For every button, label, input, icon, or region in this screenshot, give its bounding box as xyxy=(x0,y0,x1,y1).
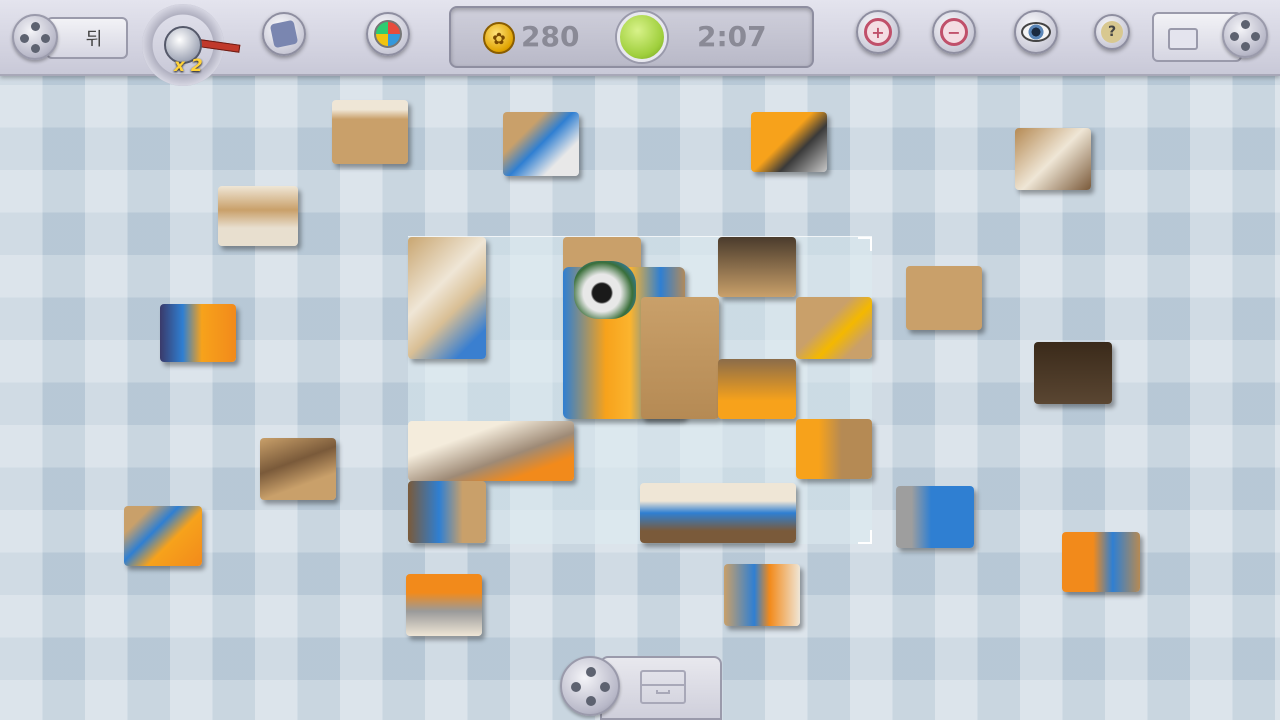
zoom-in-button[interactable]: + xyxy=(856,10,900,54)
placed-piece[interactable] xyxy=(796,419,872,479)
show-image-button[interactable] xyxy=(1014,10,1058,54)
placed-piece[interactable] xyxy=(408,481,486,543)
loose-piece[interactable] xyxy=(124,506,202,566)
loose-piece[interactable] xyxy=(503,112,579,176)
help-icon: ? xyxy=(1101,21,1123,43)
placed-piece[interactable] xyxy=(640,483,796,543)
tray-gear-icon[interactable] xyxy=(560,656,620,716)
timer-display: 2:07 xyxy=(697,20,767,53)
loose-piece[interactable] xyxy=(1062,532,1140,592)
loose-piece[interactable] xyxy=(218,186,298,246)
help-button[interactable]: ? xyxy=(1094,14,1130,50)
drawer-icon xyxy=(640,670,686,704)
zoom-in-icon: + xyxy=(864,18,892,46)
puzzle-preview-button[interactable] xyxy=(262,12,306,56)
loose-piece[interactable] xyxy=(724,564,800,626)
puzzle-board[interactable] xyxy=(408,236,872,544)
loose-piece[interactable] xyxy=(160,304,236,362)
menu-label: 뒤 xyxy=(85,29,103,50)
placed-piece[interactable] xyxy=(641,297,719,419)
placed-piece[interactable] xyxy=(796,297,872,359)
menu-gear-icon[interactable] xyxy=(12,14,58,60)
loose-piece[interactable] xyxy=(751,112,827,172)
loose-piece[interactable] xyxy=(260,438,336,500)
tools-gear-icon[interactable] xyxy=(1222,12,1268,58)
macaw-head xyxy=(574,261,636,319)
coin-icon: ✿ xyxy=(483,22,515,54)
menu-button[interactable]: 뒤 xyxy=(46,17,128,59)
multiplier-label: x 2 xyxy=(174,56,203,76)
loose-piece[interactable] xyxy=(332,100,408,164)
puzzle-preview-icon xyxy=(269,19,299,49)
placed-piece[interactable] xyxy=(718,359,796,419)
placed-piece[interactable] xyxy=(718,237,796,297)
loose-piece[interactable] xyxy=(406,574,482,636)
piece-tray[interactable] xyxy=(560,654,722,720)
status-panel: ✿ 280 2:07 xyxy=(449,6,814,68)
zoom-out-button[interactable]: − xyxy=(932,10,976,54)
top-toolbar: 뒤 x 2 ✿ 280 2:07 + − ? xyxy=(0,0,1280,86)
loose-piece[interactable] xyxy=(1034,342,1112,404)
timer-ball-icon xyxy=(617,12,667,62)
placed-piece[interactable] xyxy=(408,237,486,359)
score-multiplier: x 2 xyxy=(142,4,241,86)
help-label: ? xyxy=(1107,24,1117,40)
background-palette-button[interactable] xyxy=(366,12,410,56)
toolbox-icon xyxy=(1168,28,1198,50)
eye-icon xyxy=(1021,22,1051,42)
loose-piece[interactable] xyxy=(906,266,982,330)
loose-piece[interactable] xyxy=(1015,128,1091,190)
coin-count: 280 xyxy=(521,20,580,53)
loose-piece[interactable] xyxy=(896,486,974,548)
palette-icon xyxy=(374,20,402,48)
placed-piece[interactable] xyxy=(408,421,574,481)
zoom-out-icon: − xyxy=(940,18,968,46)
